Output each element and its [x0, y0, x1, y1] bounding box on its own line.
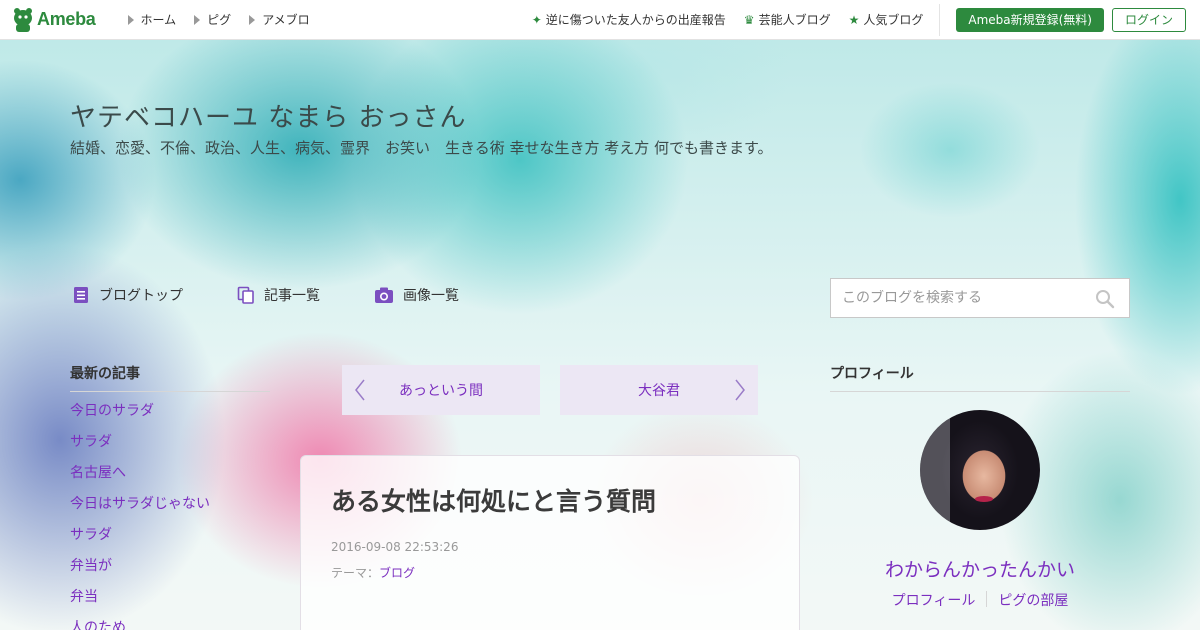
triangle-right-icon	[127, 14, 134, 25]
crown-icon: ♛	[743, 12, 755, 27]
prev-article-button[interactable]: あっという間	[342, 365, 540, 415]
chevron-right-icon	[735, 379, 745, 401]
article-theme-prefix: テーマ：	[331, 566, 380, 580]
article-title[interactable]: ある女性は何処にと言う質問	[331, 482, 656, 518]
article-list-label: 記事一覧	[264, 288, 320, 304]
list-item[interactable]: 弁当が	[70, 557, 210, 588]
chevron-left-icon	[355, 379, 365, 401]
article-card: ある女性は何処にと言う質問 2016-09-08 22:53:26 テーマ：ブロ…	[300, 455, 800, 630]
search-icon	[1096, 290, 1115, 309]
prev-article-label: あっという間	[399, 383, 483, 399]
nav-pigg[interactable]: ピグ	[194, 11, 231, 28]
triangle-right-icon	[194, 14, 201, 25]
list-item[interactable]: 人のため	[70, 619, 210, 630]
article-date: 2016-09-08 22:53:26	[331, 540, 459, 554]
list-item[interactable]: 弁当	[70, 588, 210, 619]
blog-description: 結婚、恋愛、不倫、政治、人生、病気、霊界 お笑い 生きる術 幸せな生き方 考え方…	[70, 139, 773, 157]
document-icon	[74, 287, 88, 303]
avatar-lips	[975, 496, 993, 502]
register-button[interactable]: Ameba新規登録(無料)	[956, 7, 1104, 32]
sparkle-icon: ✦	[531, 12, 542, 27]
article-list-link[interactable]: 記事一覧	[237, 285, 320, 305]
nav-ameblo[interactable]: アメブロ	[249, 11, 310, 28]
list-item[interactable]: 今日はサラダじゃない	[70, 495, 210, 526]
image-list-link[interactable]: 画像一覧	[374, 285, 459, 305]
next-article-label: 大谷君	[638, 383, 680, 399]
ameba-header: Ameba ホーム ピグ アメブロ ✦ 逆に傷ついた友人からの出産報告 ♛ 芸能…	[0, 0, 1200, 40]
list-item[interactable]: サラダ	[70, 433, 210, 464]
latest-articles-list: 今日のサラダ サラダ 名古屋へ 今日はサラダじゃない サラダ 弁当が 弁当 人の…	[70, 402, 210, 630]
list-item[interactable]: 名古屋へ	[70, 464, 210, 495]
article-theme-link[interactable]: ブログ	[379, 566, 415, 580]
celebrity-blog-link[interactable]: ♛ 芸能人ブログ	[744, 11, 831, 28]
header-right: ✦ 逆に傷ついた友人からの出産報告 ♛ 芸能人ブログ ★ 人気ブログ Ameba…	[514, 0, 1200, 40]
profile-heading: プロフィール	[830, 363, 1130, 392]
header-divider	[939, 3, 941, 36]
blog-nav: ブログトップ 記事一覧 画像一覧	[72, 285, 513, 305]
profile-name[interactable]: わからんかったんかい	[830, 555, 1130, 582]
search-button[interactable]	[1095, 289, 1115, 313]
nav-home[interactable]: ホーム	[127, 11, 177, 28]
camera-icon	[375, 287, 393, 303]
login-button[interactable]: ログイン	[1111, 7, 1186, 32]
profile-links: プロフィール ピグの部屋	[830, 590, 1130, 610]
star-icon: ★	[848, 12, 860, 27]
copy-icon	[237, 286, 254, 304]
trending-topic-label: 逆に傷ついた友人からの出産報告	[545, 13, 726, 27]
avatar[interactable]	[920, 410, 1040, 530]
blog-top-label: ブログトップ	[99, 288, 183, 304]
avatar-shade	[920, 410, 950, 530]
popular-blog-link[interactable]: ★ 人気ブログ	[849, 11, 924, 28]
blog-search	[830, 278, 1130, 318]
ameba-logo-text: Ameba	[37, 9, 96, 29]
popular-blog-label: 人気ブログ	[863, 13, 924, 27]
profile-links-divider	[986, 591, 988, 607]
list-item[interactable]: サラダ	[70, 526, 210, 557]
latest-articles-heading: 最新の記事	[70, 363, 270, 392]
triangle-right-icon	[249, 14, 256, 25]
blog-search-input[interactable]	[831, 290, 1081, 306]
list-item[interactable]: 今日のサラダ	[70, 402, 210, 433]
article-theme: テーマ：ブログ	[331, 564, 415, 581]
blog-top-link[interactable]: ブログトップ	[72, 285, 183, 305]
next-article-button[interactable]: 大谷君	[560, 365, 758, 415]
nav-pigg-label: ピグ	[207, 13, 232, 27]
nav-home-label: ホーム	[140, 13, 177, 27]
nav-ameblo-label: アメブロ	[262, 13, 310, 27]
trending-topic-link[interactable]: ✦ 逆に傷ついた友人からの出産報告	[532, 11, 726, 28]
ameba-logo[interactable]: Ameba	[12, 7, 96, 33]
profile-link[interactable]: プロフィール	[892, 590, 976, 610]
image-list-label: 画像一覧	[403, 288, 459, 304]
blog-title[interactable]: ヤテベコハーユ なまら おっさん	[70, 97, 467, 134]
celebrity-blog-label: 芸能人ブログ	[758, 13, 831, 27]
ameba-mascot-icon	[14, 7, 32, 32]
article-pager: あっという間 大谷君	[342, 365, 758, 415]
pigg-room-link[interactable]: ピグの部屋	[998, 590, 1068, 610]
